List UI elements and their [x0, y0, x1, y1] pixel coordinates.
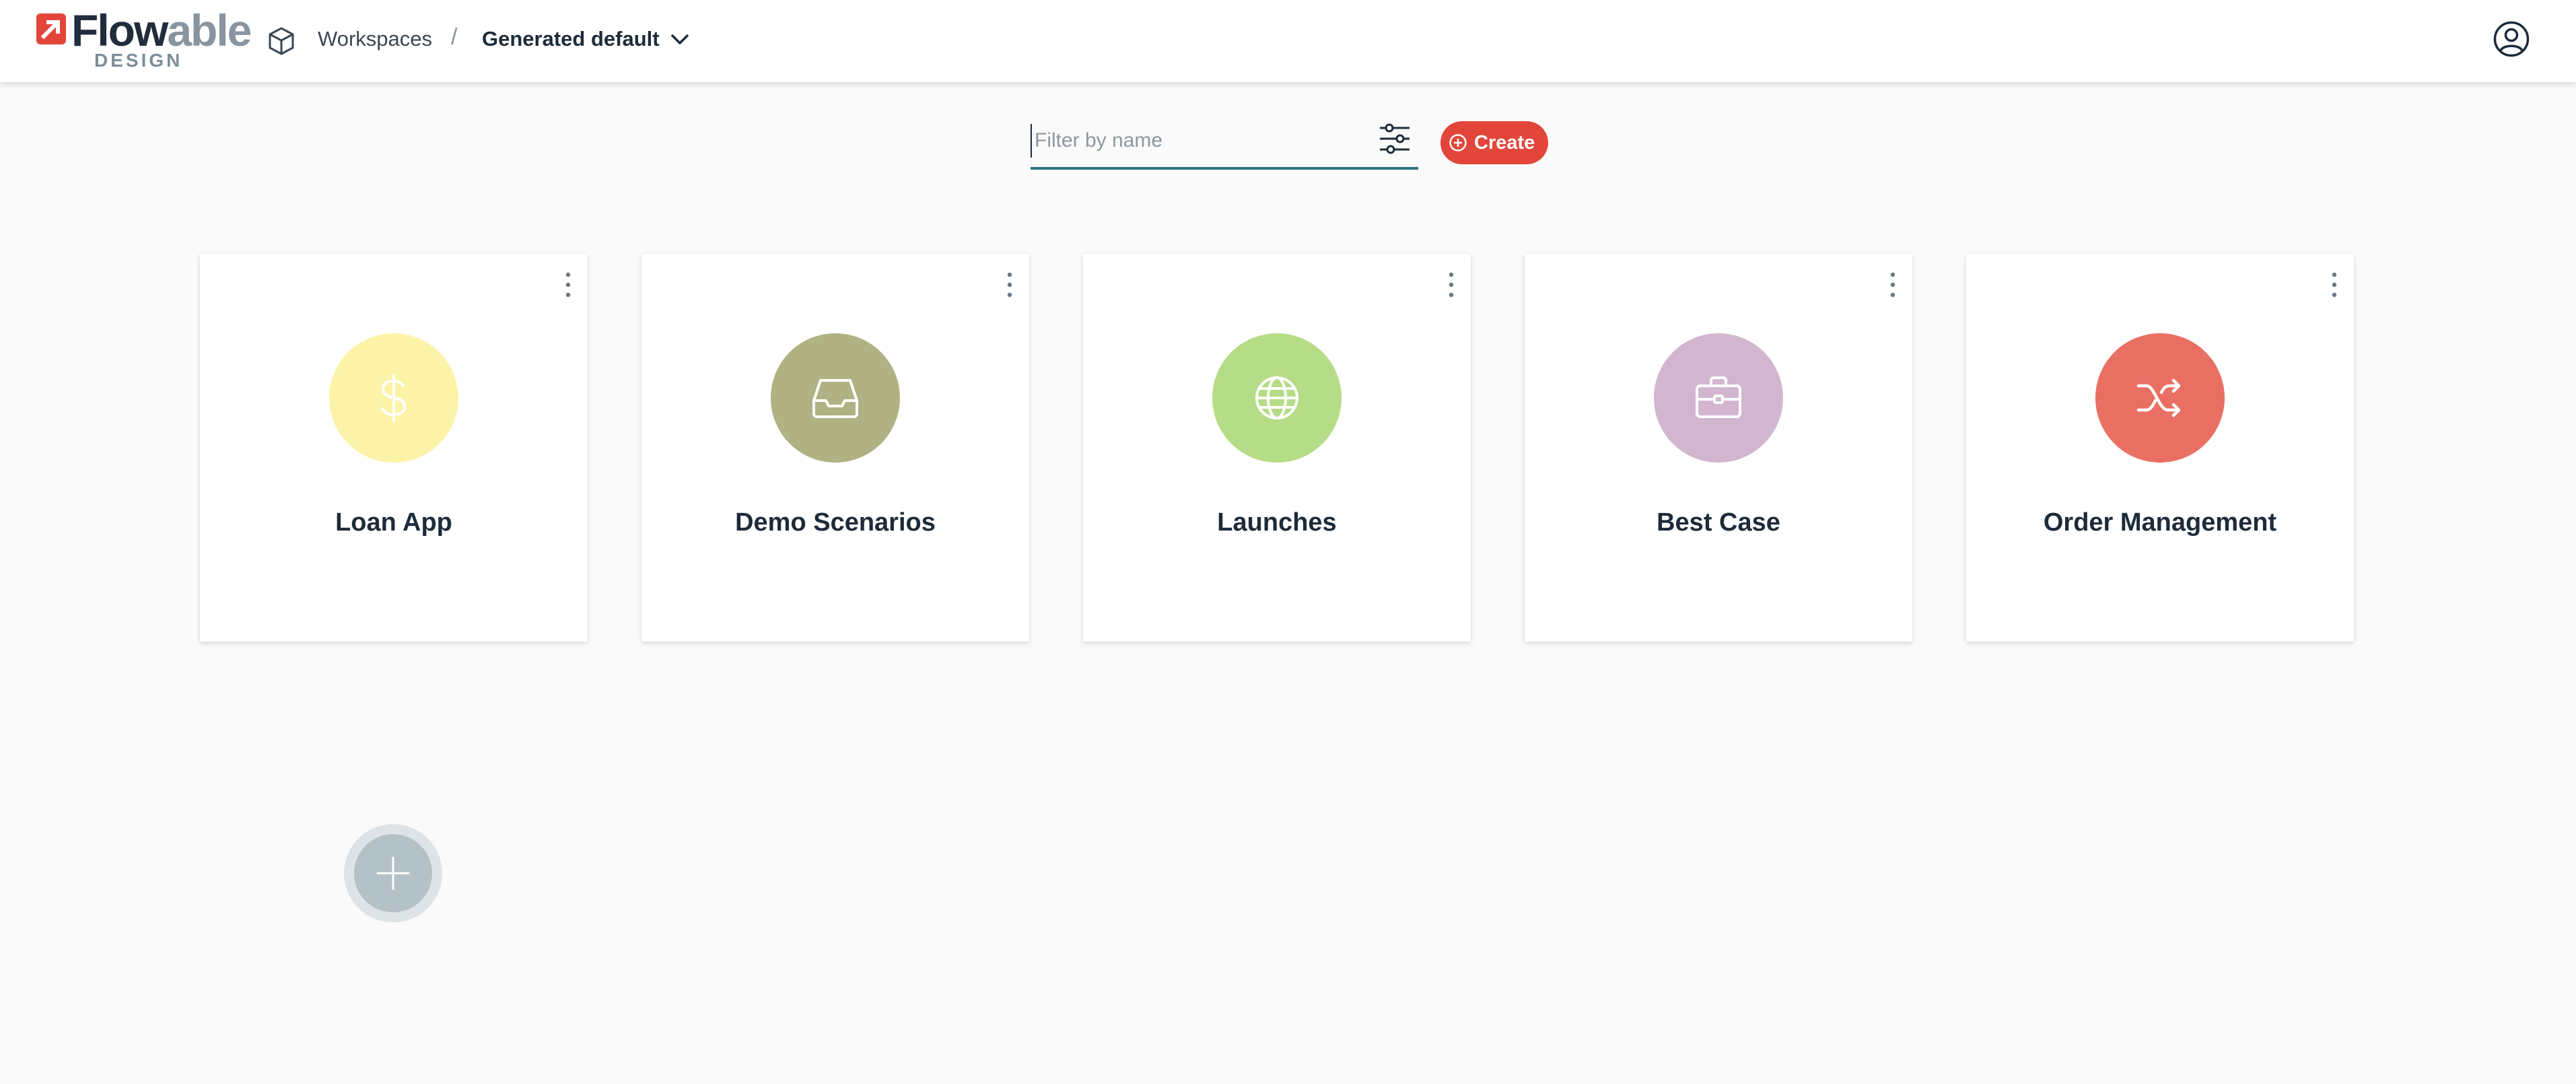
more-vertical-icon[interactable] [1888, 270, 1898, 300]
search-field [1031, 118, 1418, 170]
more-vertical-icon[interactable] [2330, 270, 2339, 300]
card-title: Loan App [335, 508, 452, 537]
add-app-button[interactable] [344, 824, 442, 922]
inbox-icon [812, 379, 858, 418]
more-vertical-icon[interactable] [563, 270, 573, 300]
card-title: Order Management [2043, 508, 2277, 537]
dollar-icon [381, 374, 407, 422]
globe-icon [1255, 376, 1298, 419]
cube-icon [269, 27, 294, 55]
user-circle-icon[interactable] [2493, 20, 2530, 58]
app-card-loan-app[interactable]: Loan App [200, 254, 588, 642]
plus-circle-icon [1449, 134, 1467, 151]
filter-by-name-input[interactable] [1031, 124, 1371, 158]
app-card-best-case[interactable]: Best Case [1525, 254, 1912, 642]
logo-word-flow: Flow [71, 5, 168, 55]
app-card-demo-scenarios[interactable]: Demo Scenarios [641, 254, 1029, 642]
app-card-launches[interactable]: Launches [1083, 254, 1471, 642]
logo-word-able: able [167, 5, 252, 55]
add-app-button-inner [354, 834, 432, 912]
card-icon-circle [1654, 333, 1783, 463]
flowable-logo-icon [36, 13, 66, 44]
create-button-label: Create [1474, 132, 1535, 154]
chevron-down-icon[interactable] [670, 32, 689, 47]
card-title: Launches [1217, 508, 1337, 537]
card-icon-circle [2095, 333, 2225, 463]
shuffle-icon [2136, 378, 2181, 417]
sliders-icon[interactable] [1377, 121, 1412, 156]
more-vertical-icon[interactable] [1005, 270, 1014, 300]
card-icon-circle [329, 333, 458, 463]
briefcase-icon [1696, 376, 1741, 418]
card-title: Demo Scenarios [735, 508, 936, 537]
card-icon-circle [771, 333, 900, 463]
app-card-order-management[interactable]: Order Management [1966, 254, 2354, 642]
more-vertical-icon[interactable] [1447, 270, 1456, 300]
logo-wordmark: Flowable [71, 5, 252, 55]
plus-icon [376, 856, 410, 890]
breadcrumb-separator: / [451, 24, 458, 50]
top-header: Flowable DESIGN Workspaces / Generated d… [0, 0, 2576, 83]
breadcrumb-current-workspace[interactable]: Generated default [482, 27, 660, 51]
create-button[interactable]: Create [1440, 121, 1548, 164]
flowable-logo[interactable]: Flowable DESIGN [35, 5, 252, 71]
card-icon-circle [1212, 333, 1342, 463]
breadcrumb-workspaces[interactable]: Workspaces [318, 27, 432, 51]
logo-subtitle: DESIGN [94, 50, 183, 71]
card-title: Best Case [1657, 508, 1780, 537]
